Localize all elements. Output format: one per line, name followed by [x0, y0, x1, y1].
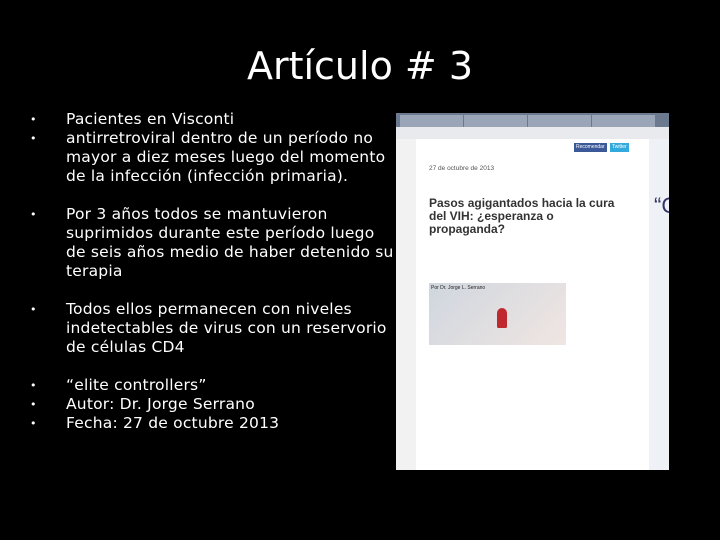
bullet-dot: • — [30, 208, 37, 221]
bullet-dot: • — [30, 132, 37, 145]
bullet-item: • Pacientes en Visconti — [30, 110, 395, 129]
bullet-item: • antirretroviral dentro de un período no… — [30, 129, 395, 186]
spacer — [30, 281, 395, 300]
bullet-dot: • — [30, 113, 37, 126]
browser-tab — [400, 115, 463, 127]
bullet-text: Fecha: 27 de octubre 2013 — [66, 414, 280, 432]
bullet-text: Autor: Dr. Jorge Serrano — [66, 395, 255, 413]
bullet-text: Por 3 años todos se mantuvieron suprimid… — [66, 205, 394, 280]
article-screenshot: Recomendar Twitter 27 de octubre de 2013… — [396, 113, 669, 470]
bullet-text: Pacientes en Visconti — [66, 110, 235, 128]
bullet-text: “elite controllers” — [66, 376, 207, 394]
slide-title: Artículo # 3 — [246, 44, 474, 88]
right-sidebar — [649, 139, 669, 470]
browser-tab — [528, 115, 591, 127]
bullet-item: • Autor: Dr. Jorge Serrano — [30, 395, 395, 414]
bullet-dot: • — [30, 398, 37, 411]
article-author: Por Dr. Jorge L. Serrano — [431, 285, 486, 291]
article-photo — [429, 283, 566, 345]
share-buttons: Recomendar Twitter — [574, 143, 636, 153]
bullet-text: antirretroviral dentro de un período no … — [66, 129, 386, 185]
bullet-item: • Por 3 años todos se mantuvieron suprim… — [30, 205, 395, 281]
recommend-button: Recomendar — [574, 143, 607, 152]
twitter-button: Twitter — [610, 143, 629, 152]
bullet-text: Todos ellos permanecen con niveles indet… — [66, 300, 387, 356]
browser-tab — [464, 115, 527, 127]
sidebar-quote: “C — [654, 193, 669, 218]
browser-tab — [592, 115, 655, 127]
red-ribbon-icon — [497, 308, 507, 328]
spacer — [30, 357, 395, 376]
bullet-item: • Todos ellos permanecen con niveles inde… — [30, 300, 395, 357]
url-bar — [396, 127, 669, 139]
bullet-dot: • — [30, 417, 37, 430]
spacer — [30, 186, 395, 205]
browser-tab-bar — [396, 113, 669, 127]
bullet-item: • “elite controllers” — [30, 376, 395, 395]
article-date: 27 de octubre de 2013 — [429, 165, 495, 172]
bullet-item: • Fecha: 27 de octubre 2013 — [30, 414, 395, 433]
bullet-dot: • — [30, 303, 37, 316]
left-margin — [396, 139, 416, 470]
bullet-dot: • — [30, 379, 37, 392]
article-lead — [429, 241, 639, 247]
bullet-list: • Pacientes en Visconti • antirretroviral … — [30, 110, 395, 433]
article-headline: Pasos agigantados hacia la cura del VIH:… — [429, 196, 615, 236]
